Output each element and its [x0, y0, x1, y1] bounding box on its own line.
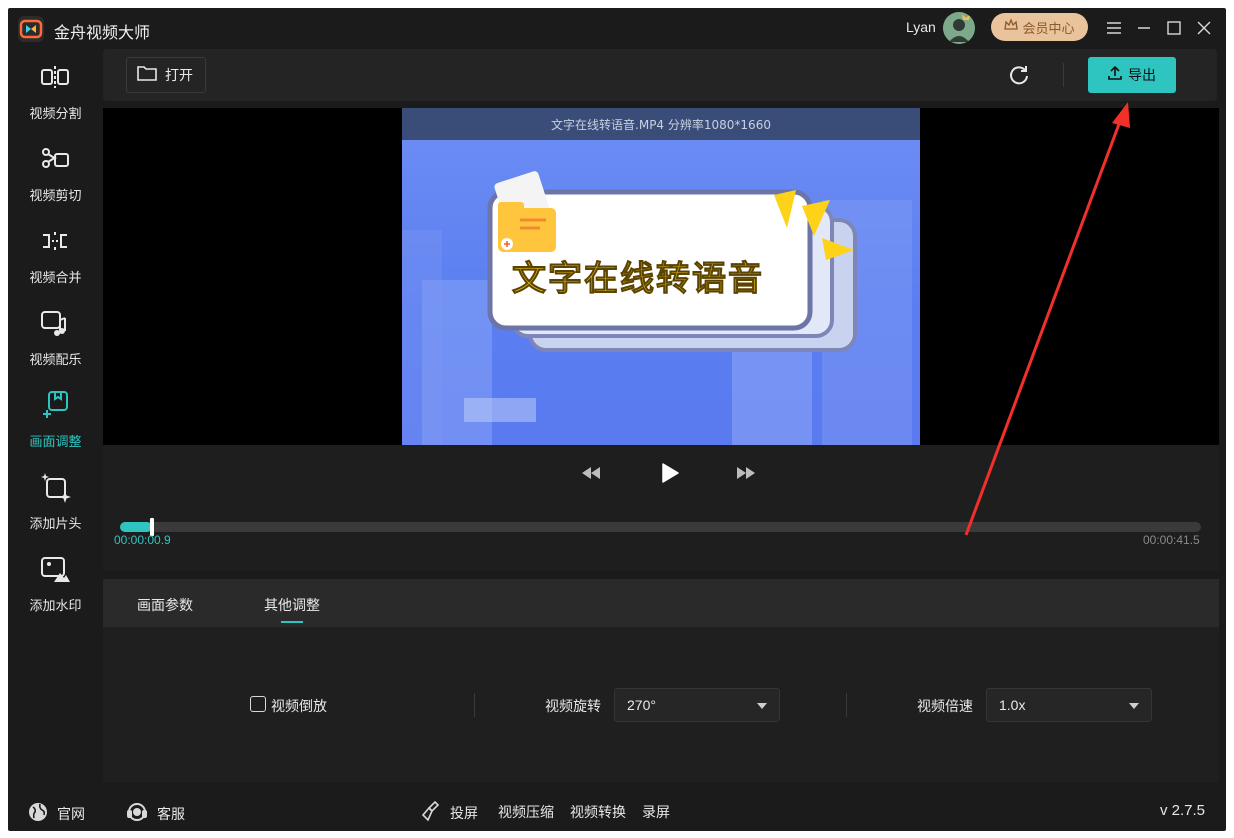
- panel-tabs: 画面参数 其他调整: [103, 579, 1219, 627]
- chevron-down-icon: [757, 703, 767, 709]
- music-icon: [38, 306, 72, 340]
- sidebar-item-label: 画面调整: [29, 435, 82, 450]
- rotate-select[interactable]: 270°: [614, 688, 780, 722]
- toolbar: 打开 导出: [103, 49, 1217, 101]
- export-button[interactable]: 导出: [1088, 57, 1176, 93]
- split-icon: [38, 60, 72, 94]
- timeline-progress: [120, 522, 152, 532]
- convert-link[interactable]: 视频转换: [570, 802, 626, 822]
- footer: 官网 客服 投屏 视频压缩 视频转换 录屏 v 2.7.5: [8, 792, 1226, 831]
- sparkle-frame-icon: [38, 470, 72, 504]
- website-link[interactable]: 官网: [27, 801, 85, 827]
- app-title: 金舟视频大师: [54, 23, 151, 42]
- sidebar-item-label: 视频剪切: [29, 189, 82, 204]
- current-time: 00:00:00.9: [114, 533, 171, 547]
- sidebar-item-music[interactable]: 视频配乐: [8, 298, 103, 376]
- sidebar-item-watermark[interactable]: 添加水印: [8, 544, 103, 622]
- menu-icon[interactable]: [1102, 16, 1126, 40]
- minimize-icon[interactable]: [1132, 16, 1156, 40]
- user-name[interactable]: Lyan: [906, 19, 936, 35]
- speed-value: 1.0x: [999, 697, 1026, 713]
- sidebar-item-label: 视频配乐: [29, 353, 82, 368]
- settings-panel: 画面参数 其他调整 视频倒放 视频旋转 270° 视频倍速 1.0x: [103, 579, 1219, 782]
- close-icon[interactable]: [1192, 16, 1216, 40]
- broom-icon: [421, 800, 442, 825]
- player-controls: 00:00:00.9 00:00:41.5: [103, 445, 1219, 571]
- refresh-icon[interactable]: [1007, 63, 1031, 87]
- maximize-icon[interactable]: [1162, 16, 1186, 40]
- crown-icon: [1004, 18, 1019, 36]
- export-label: 导出: [1128, 68, 1156, 84]
- timeline-slider[interactable]: [120, 518, 1201, 536]
- sidebar-item-cut[interactable]: 视频剪切: [8, 134, 103, 212]
- sidebar-item-label: 添加水印: [29, 599, 82, 614]
- support-link[interactable]: 客服: [125, 801, 185, 827]
- video-frame: 文字在线转语音.MP4 分辨率1080*1660 文字在线转语音: [402, 108, 920, 445]
- rewind-icon[interactable]: [579, 461, 603, 485]
- sidebar-item-label: 添加片头: [29, 517, 82, 532]
- sidebar-item-merge[interactable]: 视频合并: [8, 216, 103, 294]
- cast-link[interactable]: 投屏: [421, 800, 478, 825]
- adjust-icon: [38, 388, 72, 422]
- divider: [474, 693, 475, 717]
- tab-other-adjust[interactable]: 其他调整: [264, 595, 320, 615]
- tab-image-params[interactable]: 画面参数: [137, 595, 193, 615]
- sidebar-item-intro[interactable]: 添加片头: [8, 462, 103, 540]
- upload-icon: [1108, 65, 1122, 84]
- record-link[interactable]: 录屏: [642, 802, 670, 822]
- support-label: 客服: [157, 807, 185, 823]
- fast-forward-icon[interactable]: [734, 461, 758, 485]
- cast-label: 投屏: [450, 806, 478, 822]
- reverse-checkbox[interactable]: [250, 696, 266, 712]
- video-preview[interactable]: 文字在线转语音.MP4 分辨率1080*1660 文字在线转语音: [103, 108, 1219, 445]
- app-window: 金舟视频大师 Lyan 会员中心 视频分割 视频剪切 视频合并 视频配乐 画面调…: [8, 8, 1226, 831]
- vip-label: 会员中心: [1022, 21, 1075, 37]
- watermark-icon: [38, 552, 72, 586]
- version-label: v 2.7.5: [1160, 802, 1206, 819]
- speed-select[interactable]: 1.0x: [986, 688, 1152, 722]
- sidebar-item-adjust[interactable]: 画面调整: [8, 380, 103, 458]
- sidebar-item-split[interactable]: 视频分割: [8, 52, 103, 130]
- scissors-icon: [38, 142, 72, 176]
- avatar[interactable]: [943, 12, 975, 44]
- website-label: 官网: [57, 807, 85, 823]
- rotate-value: 270°: [627, 697, 656, 713]
- merge-icon: [38, 224, 72, 258]
- chevron-down-icon: [1129, 703, 1139, 709]
- globe-icon: [27, 801, 49, 827]
- sidebar-item-label: 视频分割: [29, 107, 82, 122]
- compress-link[interactable]: 视频压缩: [498, 802, 554, 822]
- vip-center-button[interactable]: 会员中心: [991, 13, 1088, 41]
- app-logo-icon: [18, 16, 44, 42]
- speed-label: 视频倍速: [917, 699, 973, 715]
- open-button[interactable]: 打开: [126, 57, 206, 93]
- video-title-text: 文字在线转语音: [512, 259, 764, 300]
- sidebar-item-label: 视频合并: [29, 271, 82, 286]
- total-time: 00:00:41.5: [1143, 533, 1200, 547]
- headset-icon: [125, 801, 149, 827]
- play-icon[interactable]: [658, 461, 682, 485]
- divider: [846, 693, 847, 717]
- rotate-label: 视频旋转: [545, 699, 601, 715]
- panel-body: 视频倒放 视频旋转 270° 视频倍速 1.0x: [103, 627, 1219, 782]
- toolbar-divider: [1063, 63, 1064, 87]
- title-bar: 金舟视频大师 Lyan 会员中心: [8, 8, 1226, 48]
- open-label: 打开: [165, 68, 193, 84]
- reverse-label[interactable]: 视频倒放: [271, 696, 327, 716]
- active-tab-indicator: [281, 621, 303, 623]
- folder-icon: [137, 65, 157, 85]
- file-info: 文字在线转语音.MP4 分辨率1080*1660: [402, 108, 920, 140]
